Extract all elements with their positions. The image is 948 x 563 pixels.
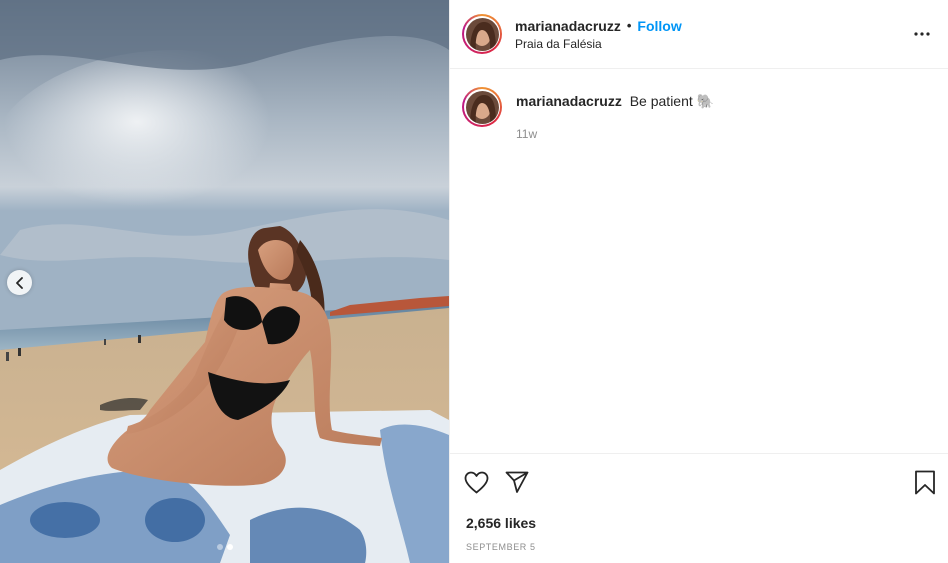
- avatar-image: [465, 17, 499, 51]
- comments-section: marianadacruzz Be patient 🐘 11w: [450, 69, 948, 453]
- chevron-left-icon: [15, 276, 23, 289]
- more-horizontal-icon: [914, 32, 930, 36]
- post-location[interactable]: Praia da Falésia: [515, 37, 910, 51]
- heart-icon: [464, 471, 489, 493]
- caption-line: marianadacruzz Be patient 🐘: [516, 93, 714, 110]
- action-icons-left: [464, 471, 529, 494]
- paper-plane-icon: [505, 471, 529, 493]
- more-options-button[interactable]: [910, 22, 934, 46]
- post-header: marianadacruzz • Follow Praia da Falésia: [450, 0, 948, 69]
- actions-bar: 2,656 likes September 5: [450, 453, 948, 563]
- post-sidebar: marianadacruzz • Follow Praia da Falésia: [449, 0, 948, 563]
- carousel-dot-active: [226, 544, 233, 550]
- author-username[interactable]: marianadacruzz: [515, 18, 621, 34]
- carousel-indicator: [0, 544, 449, 550]
- like-button[interactable]: [464, 471, 489, 494]
- action-icons: [464, 466, 936, 498]
- caption-age[interactable]: 11w: [516, 127, 714, 141]
- post-media: [0, 0, 449, 563]
- follow-button[interactable]: Follow: [637, 18, 681, 34]
- post-date[interactable]: September 5: [464, 542, 936, 552]
- likes-count[interactable]: 2,656 likes: [464, 515, 936, 531]
- avatar-image: [465, 90, 499, 124]
- avatar[interactable]: [462, 14, 502, 54]
- post-photo: [0, 0, 449, 563]
- carousel-prev-button[interactable]: [7, 270, 32, 295]
- caption-avatar[interactable]: [462, 87, 502, 127]
- avatar-border: [464, 89, 500, 125]
- caption-username[interactable]: marianadacruzz: [516, 93, 622, 109]
- caption-text-wrap: marianadacruzz Be patient 🐘 11w: [516, 87, 714, 141]
- post-dialog: marianadacruzz • Follow Praia da Falésia: [0, 0, 948, 563]
- carousel-dot: [216, 544, 223, 550]
- bookmark-icon: [915, 470, 935, 494]
- header-line: marianadacruzz • Follow: [515, 18, 910, 34]
- avatar-border: [464, 16, 500, 52]
- caption-comment: marianadacruzz Be patient 🐘 11w: [462, 87, 934, 141]
- caption-text: Be patient 🐘: [629, 93, 715, 109]
- header-text: marianadacruzz • Follow Praia da Falésia: [515, 18, 910, 51]
- header-separator: •: [626, 18, 632, 33]
- share-button[interactable]: [505, 471, 529, 494]
- save-button[interactable]: [914, 470, 936, 495]
